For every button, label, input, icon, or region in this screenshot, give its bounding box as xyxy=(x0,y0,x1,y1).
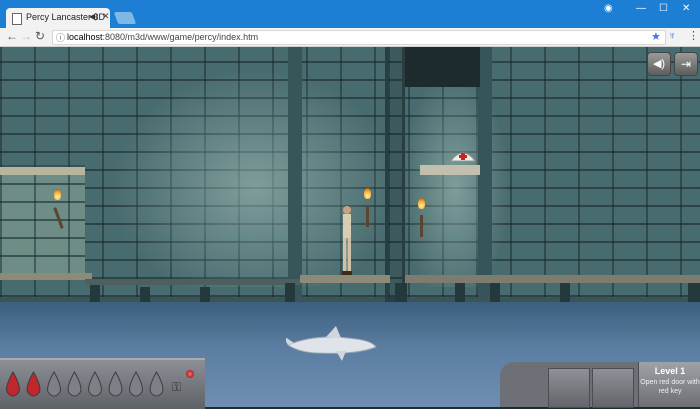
minimize-icon[interactable]: — xyxy=(636,3,646,14)
key-slot-icon: ⚿ xyxy=(172,380,182,394)
left-alcove-lintel xyxy=(0,167,85,175)
health-drop-empty xyxy=(129,370,143,397)
new-tab-button[interactable] xyxy=(113,12,137,24)
close-window-icon[interactable]: ✕ xyxy=(682,3,690,14)
health-panel: ⚿ xyxy=(0,358,205,409)
health-drop-empty xyxy=(149,370,164,397)
browser-tab[interactable]: Percy Lancaster 3D ◀) ✕ xyxy=(6,8,110,28)
torch-left-flame xyxy=(54,189,61,200)
torch-center-flame xyxy=(364,188,371,199)
pillar-center-bricks xyxy=(388,47,402,297)
browser-title-bar: Percy Lancaster 3D ◀) ✕ ◉ — ☐ ✕ xyxy=(0,0,700,28)
inventory-panel xyxy=(500,362,638,408)
browser-menu-icon[interactable]: ⋮ xyxy=(688,29,699,42)
red-gem-icon xyxy=(186,370,194,378)
player-character xyxy=(342,206,352,275)
left-ledge xyxy=(0,273,92,280)
pillar-right xyxy=(478,47,492,297)
tab-close-button[interactable]: ✕ xyxy=(102,11,110,22)
medkit-shelf xyxy=(420,165,480,175)
exit-door-button[interactable]: ⇥ xyxy=(674,52,698,76)
right-ledge xyxy=(405,275,700,283)
dark-ledge xyxy=(85,279,300,285)
health-drop-empty xyxy=(67,370,82,397)
url-host: localhost xyxy=(67,32,103,42)
health-drop-empty xyxy=(108,370,123,397)
health-drop-empty xyxy=(88,370,102,397)
level-objective: Open red door with red key xyxy=(640,379,700,395)
browser-toolbar: ← → ↻ ⓘ localhost:8080/m3d/www/game/perc… xyxy=(0,28,700,47)
maximize-icon[interactable]: ☐ xyxy=(659,3,668,14)
level-title: Level 1 xyxy=(654,366,686,376)
site-info-icon[interactable]: ⓘ xyxy=(56,31,65,44)
game-canvas[interactable]: ◀) ⇥ xyxy=(0,47,700,407)
left-alcove-wall xyxy=(0,165,85,275)
inventory-slot[interactable] xyxy=(548,368,590,408)
medkit-icon[interactable] xyxy=(450,148,476,162)
page-favicon-icon xyxy=(12,13,22,25)
shark-enemy xyxy=(286,326,377,361)
health-drop-empty xyxy=(47,370,61,397)
torch-right-flame xyxy=(418,198,425,209)
torch-light-glow xyxy=(110,67,400,287)
extension-icon[interactable]: ♆ xyxy=(668,30,676,42)
pillar-left xyxy=(288,47,302,297)
inventory-slot[interactable] xyxy=(592,368,634,408)
profile-icon[interactable]: ◉ xyxy=(604,3,613,14)
torch-light-glow-right xyxy=(400,67,510,287)
health-drop-full xyxy=(26,370,41,397)
forward-arrow-icon[interactable]: → xyxy=(20,29,32,43)
address-bar[interactable]: ⓘ localhost:8080/m3d/www/game/percy/inde… xyxy=(52,30,666,45)
ceiling-opening xyxy=(405,47,480,87)
torch-right xyxy=(420,215,423,237)
reload-icon[interactable]: ↻ xyxy=(35,29,45,43)
health-drop-full xyxy=(6,370,20,397)
sound-toggle-button[interactable]: ◀) xyxy=(647,52,671,76)
address-url: localhost:8080/m3d/www/game/percy/index.… xyxy=(67,32,258,42)
bookmark-star-icon[interactable]: ★ xyxy=(651,30,661,43)
tab-audio-icon[interactable]: ◀) xyxy=(89,12,98,21)
back-arrow-icon[interactable]: ← xyxy=(6,29,18,43)
level-info-panel: Level 1 Open red door with red key xyxy=(638,362,700,407)
torch-center xyxy=(366,205,369,227)
url-path: :8080/m3d/www/game/percy/index.htm xyxy=(102,32,259,42)
